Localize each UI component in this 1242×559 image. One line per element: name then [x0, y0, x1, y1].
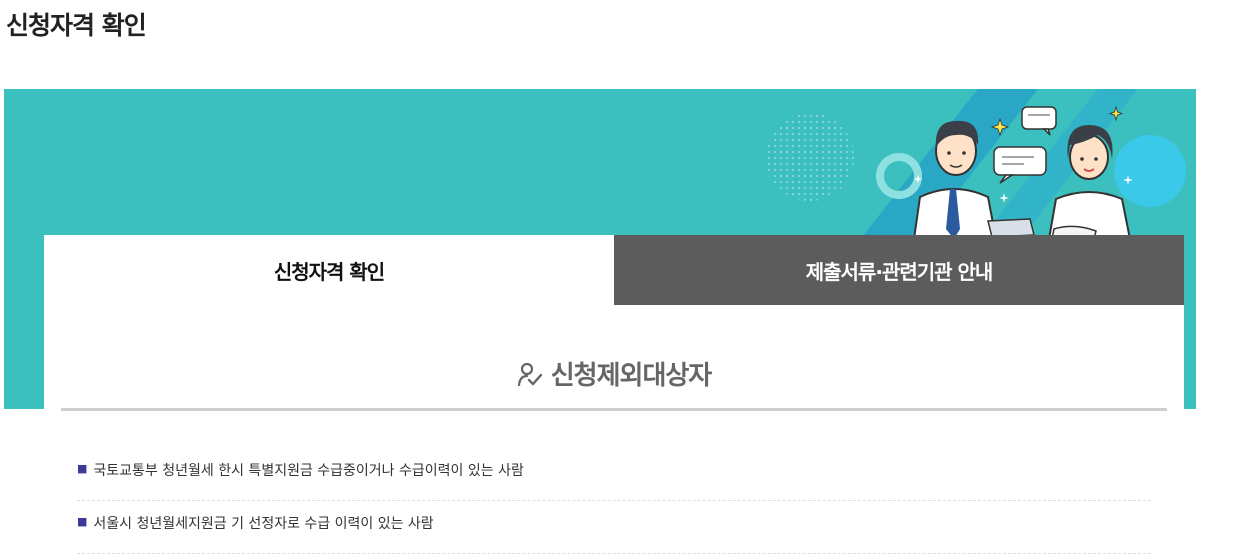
- bullet-icon: ■: [77, 462, 88, 475]
- tab-content: 신청제외대상자 ■ 국토교통부 청년월세 한시 특별지원금 수급중이거나 수급이…: [44, 305, 1184, 559]
- exclusion-list: ■ 국토교통부 청년월세 한시 특별지원금 수급중이거나 수급이력이 있는 사람…: [77, 448, 1151, 554]
- section-heading: 신청제외대상자: [44, 355, 1184, 392]
- consultation-illustration: [912, 105, 1133, 239]
- tab-bar: 신청자격 확인 제출서류·관련기관 안내: [44, 235, 1184, 305]
- tab-eligibility-check[interactable]: 신청자격 확인: [44, 235, 614, 305]
- list-item-text: 서울시 청년월세지원금 기 선정자로 수급 이력이 있는 사람: [93, 516, 434, 532]
- page-title: 신청자격 확인: [6, 11, 147, 40]
- section-heading-label: 신청제외대상자: [550, 361, 712, 391]
- list-item: ■ 서울시 청년월세지원금 기 선정자로 수급 이력이 있는 사람: [77, 501, 1151, 554]
- section-divider: [61, 408, 1167, 411]
- bullet-icon: ■: [77, 515, 88, 528]
- list-item-text: 국토교통부 청년월세 한시 특별지원금 수급중이거나 수급이력이 있는 사람: [93, 463, 524, 479]
- tab-documents-agencies[interactable]: 제출서류·관련기관 안내: [614, 235, 1184, 305]
- dot-pattern: [766, 113, 854, 201]
- list-item: ■ 국토교통부 청년월세 한시 특별지원금 수급중이거나 수급이력이 있는 사람: [77, 448, 1151, 501]
- person-check-icon: [517, 362, 542, 386]
